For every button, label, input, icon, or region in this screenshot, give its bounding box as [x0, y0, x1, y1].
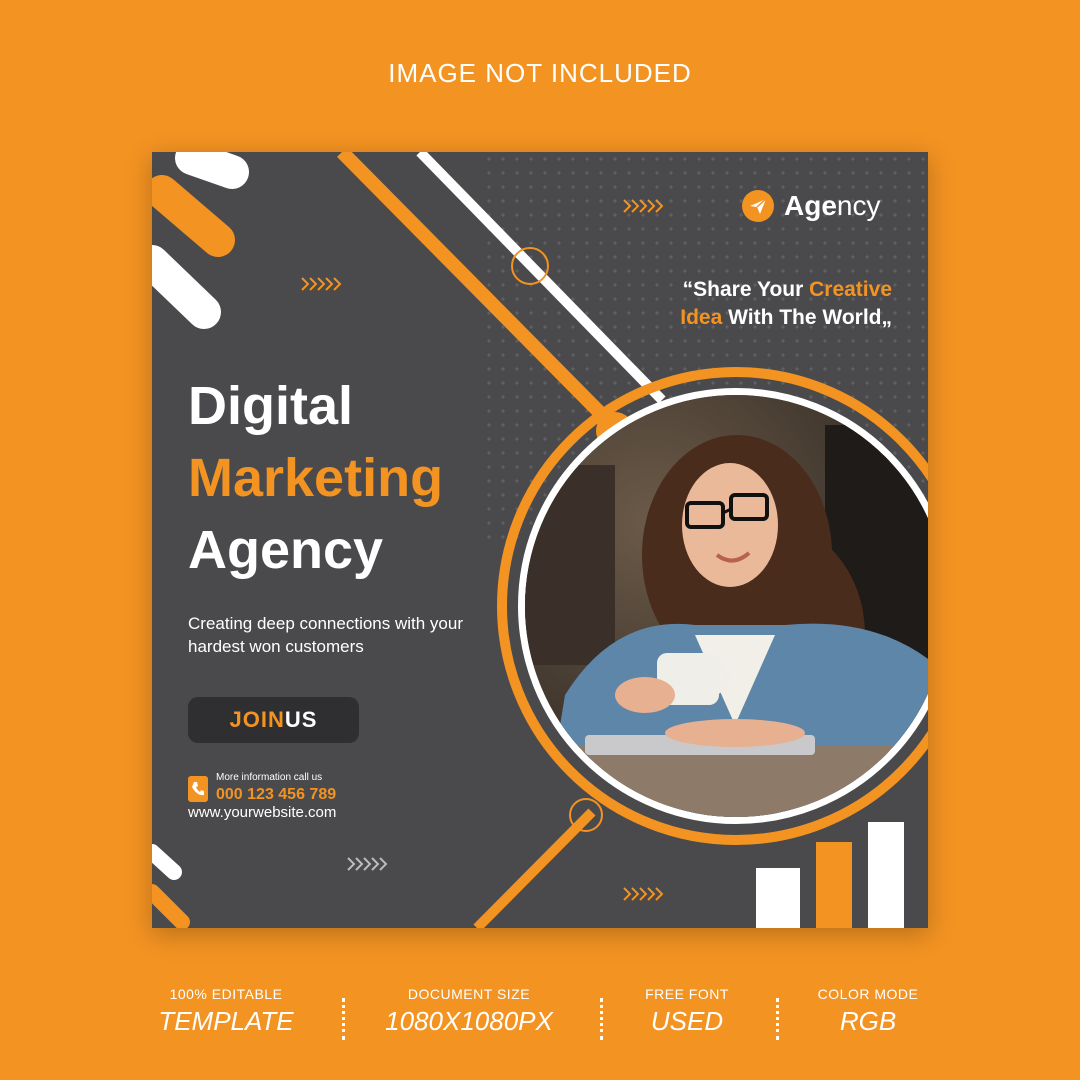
website-link[interactable]: www.yourwebsite.com: [188, 804, 336, 821]
poster: Agency “Share Your Creative Idea With Th…: [152, 152, 928, 928]
feature-separator: [342, 998, 345, 1040]
headline-line-1: Digital: [188, 376, 354, 436]
woman-photo: [525, 395, 928, 817]
subline: Creating deep connections with your hard…: [188, 614, 463, 656]
headline: Digital Marketing Agency: [188, 370, 443, 586]
phone-number[interactable]: 000 123 456 789: [216, 786, 336, 804]
contact-label: More information call us: [216, 772, 323, 783]
paper-plane-icon: [742, 190, 774, 222]
feature-size: DOCUMENT SIZE 1080X1080PX: [385, 986, 553, 1036]
feature-color: COLOR MODE RGB: [817, 986, 919, 1036]
feature-bar: 100% EDITABLE TEMPLATE DOCUMENT SIZE 108…: [0, 986, 1080, 1046]
headline-line-3: Agency: [188, 520, 384, 580]
join-us-button[interactable]: JOIN US: [188, 697, 359, 743]
feature-editable: 100% EDITABLE TEMPLATE: [158, 986, 294, 1036]
tagline-quote: “Share Your Creative Idea With The World…: [680, 278, 892, 329]
headline-line-2: Marketing: [188, 448, 444, 508]
feature-font: FREE FONT USED: [645, 986, 729, 1036]
top-note: IMAGE NOT INCLUDED: [388, 58, 692, 88]
phone-icon: [188, 776, 208, 802]
agency-logo: Agency: [742, 184, 880, 228]
photo-circle: [518, 388, 928, 824]
logo-text: Agency: [784, 190, 881, 221]
